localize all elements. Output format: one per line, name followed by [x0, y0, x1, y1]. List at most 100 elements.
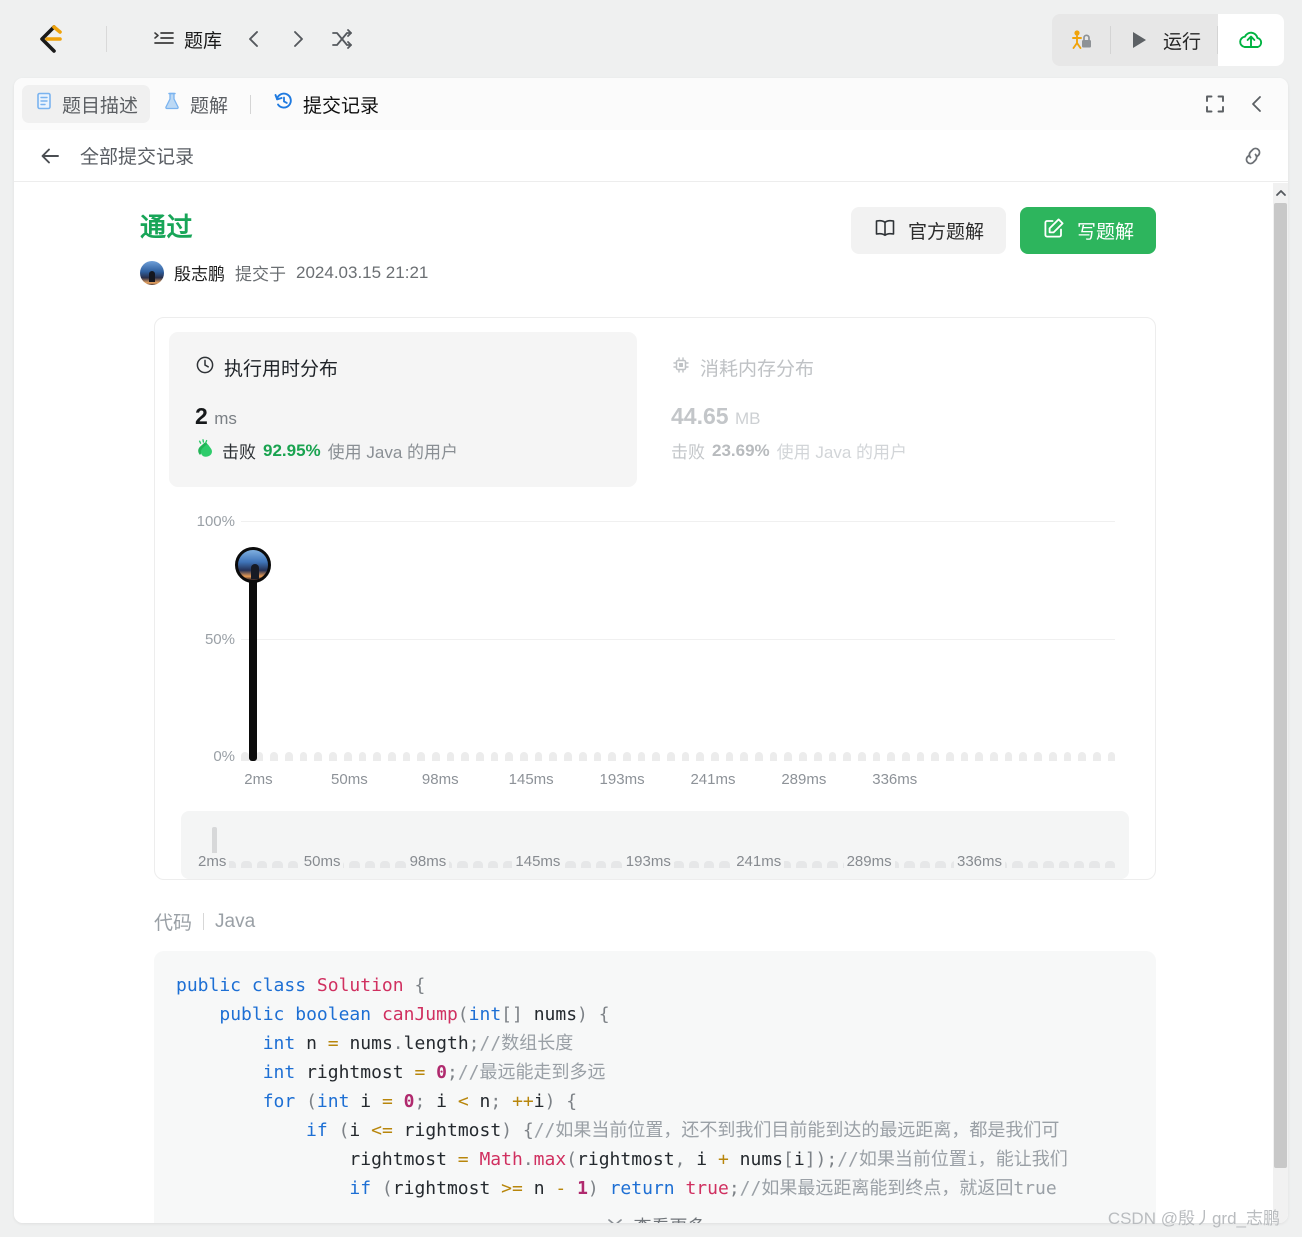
brush-tick-3: 145ms — [512, 853, 564, 870]
submitted-timestamp: 2024.03.15 21:21 — [296, 262, 429, 282]
code-label-text: 代码 — [154, 913, 193, 934]
nav-shuffle-button[interactable] — [322, 19, 362, 59]
stat-runtime-beat-prefix: 击败 — [222, 443, 256, 462]
official-solution-button[interactable]: 官方题解 — [850, 207, 1006, 254]
submission-detail: 通过 殷志鹏 提交于 2024.03.15 21:21 官方题解 写题解 执行用… — [14, 183, 1268, 1223]
code-block[interactable]: public class Solution { public boolean c… — [154, 951, 1156, 1223]
x-tick-4: 193ms — [599, 771, 645, 788]
scrollbar-thumb[interactable] — [1274, 203, 1287, 1168]
debug-button[interactable] — [1052, 14, 1110, 66]
stat-runtime-beat: 击败 92.95% 使用 Java 的用户 — [195, 438, 611, 463]
write-solution-button[interactable]: 写题解 — [1019, 207, 1156, 254]
official-solution-label: 官方题解 — [907, 222, 984, 243]
scroll-up-button[interactable] — [1273, 183, 1288, 202]
chart-bar-2ms[interactable] — [249, 564, 257, 761]
stat-memory-beat-percent: 23.69% — [712, 440, 770, 460]
brush-tick-4: 193ms — [622, 853, 674, 870]
y-tick-100: 100% — [196, 513, 235, 530]
stat-runtime-beat-suffix: 使用 Java 的用户 — [327, 443, 459, 462]
x-tick-3: 145ms — [508, 771, 554, 788]
shuffle-icon — [332, 29, 352, 49]
chevron-left-icon — [249, 31, 258, 47]
x-tick-0: 2ms — [244, 771, 273, 788]
brush-tick-0: 2ms — [195, 853, 230, 870]
tab-submissions-label: 提交记录 — [303, 95, 380, 117]
runtime-distribution-chart[interactable]: 100% 50% 0% 2ms 50ms 98ms 145ms 193ms 24… — [181, 505, 1129, 805]
chart-x-axis: 2ms 50ms 98ms 145ms 193ms 241ms 289ms 33… — [241, 771, 1115, 793]
leetcode-submission-page: 题库 运行 题目描述 题解 提交记录 全部提交记录 通过 殷志鹏 提交于 202… — [0, 0, 1302, 1237]
avatar[interactable] — [140, 260, 164, 285]
clock-icon — [195, 355, 215, 381]
tab-description-label: 题目描述 — [62, 95, 139, 117]
brush-x-axis: 2ms 50ms 98ms 145ms 193ms 241ms 289ms 33… — [195, 853, 1115, 873]
chip-icon — [671, 355, 691, 381]
stats-card: 执行用时分布 2 ms 击败 92.95% 使用 Java 的用户 消耗内存分布… — [154, 317, 1156, 880]
header-nav: 题库 — [145, 19, 362, 59]
tab-solutions-label: 题解 — [190, 95, 229, 117]
write-solution-label: 写题解 — [1076, 222, 1134, 243]
x-tick-1: 50ms — [331, 771, 368, 788]
y-tick-0: 0% — [213, 748, 235, 765]
code-section-label: 代码 Java — [154, 908, 1268, 935]
header-actions: 运行 — [1051, 14, 1284, 66]
x-tick-7: 336ms — [872, 771, 918, 788]
tab-submissions[interactable]: 提交记录 — [261, 85, 391, 123]
header-divider — [106, 26, 107, 52]
panel-tabbar: 题目描述 题解 提交记录 — [14, 78, 1288, 130]
panel-collapse-icon[interactable] — [1244, 91, 1270, 117]
tab-solutions[interactable]: 题解 — [150, 85, 240, 123]
content-scrollbar[interactable] — [1273, 183, 1288, 1223]
stat-memory-head: 消耗内存分布 — [671, 354, 1087, 381]
chart-range-selector[interactable]: 2ms 50ms 98ms 145ms 193ms 241ms 289ms 33… — [181, 811, 1129, 879]
stats-tabs: 执行用时分布 2 ms 击败 92.95% 使用 Java 的用户 消耗内存分布… — [155, 318, 1155, 487]
submitted-prefix: 提交于 — [235, 265, 286, 284]
x-tick-2: 98ms — [421, 771, 459, 788]
code-label-divider — [203, 913, 205, 930]
stat-runtime-title: 执行用时分布 — [224, 359, 339, 380]
arrow-left-icon — [41, 148, 59, 163]
x-tick-5: 241ms — [690, 771, 736, 788]
back-button[interactable] — [38, 144, 62, 168]
list-icon — [153, 28, 175, 50]
fullscreen-icon[interactable] — [1202, 91, 1228, 117]
stat-memory-unit: MB — [734, 409, 761, 428]
chevron-right-icon — [294, 31, 303, 47]
watermark: CSDN @殷丿grd_志鹏 — [1107, 1209, 1280, 1228]
chevrons-down-icon — [605, 1214, 625, 1223]
flask-icon — [162, 91, 182, 117]
run-button[interactable]: 运行 — [1111, 14, 1217, 66]
chart-plot-area — [235, 521, 1116, 761]
stat-memory-beat-prefix: 击败 — [671, 443, 705, 462]
submission-detail-scroll[interactable]: 通过 殷志鹏 提交于 2024.03.15 21:21 官方题解 写题解 执行用… — [14, 183, 1288, 1223]
submitter-name[interactable]: 殷志鹏 — [174, 260, 225, 285]
expand-code-button[interactable]: 查看更多 — [154, 1203, 1156, 1223]
document-icon — [34, 91, 54, 117]
brush-tick-7: 336ms — [954, 853, 1006, 870]
stat-memory[interactable]: 消耗内存分布 44.65 MB 击败 23.69% 使用 Java 的用户 — [645, 332, 1113, 487]
submit-button[interactable] — [1218, 14, 1284, 66]
link-icon[interactable] — [1240, 143, 1266, 174]
stat-runtime-head: 执行用时分布 — [195, 354, 611, 381]
nav-problemset-label: 题库 — [184, 30, 223, 52]
leetcode-logo-icon[interactable] — [30, 19, 70, 59]
main-panel: 题目描述 题解 提交记录 全部提交记录 通过 殷志鹏 提交于 2024.03.1… — [14, 78, 1288, 1223]
tab-divider — [250, 94, 252, 114]
stat-runtime[interactable]: 执行用时分布 2 ms 击败 92.95% 使用 Java 的用户 — [169, 332, 637, 487]
stat-runtime-value: 2 ms — [195, 403, 611, 430]
chart-user-marker[interactable] — [235, 547, 271, 583]
stat-memory-title: 消耗内存分布 — [700, 359, 815, 380]
nav-prev-button[interactable] — [234, 19, 274, 59]
book-icon — [873, 216, 897, 246]
tab-description[interactable]: 题目描述 — [22, 85, 151, 123]
app-header: 题库 运行 — [0, 0, 1302, 78]
stat-runtime-beat-percent: 92.95% — [263, 440, 321, 460]
x-tick-6: 289ms — [781, 771, 827, 788]
stat-memory-beat: 击败 23.69% 使用 Java 的用户 — [671, 438, 1087, 463]
submission-actions: 官方题解 写题解 — [850, 207, 1156, 254]
chart-baseline-bars — [241, 752, 1116, 761]
cloud-upload-icon — [1239, 31, 1263, 48]
nav-problemset[interactable]: 题库 — [145, 20, 230, 59]
panel-tabbar-actions — [1202, 78, 1278, 130]
stat-memory-value: 44.65 MB — [671, 403, 1087, 430]
nav-next-button[interactable] — [278, 19, 318, 59]
